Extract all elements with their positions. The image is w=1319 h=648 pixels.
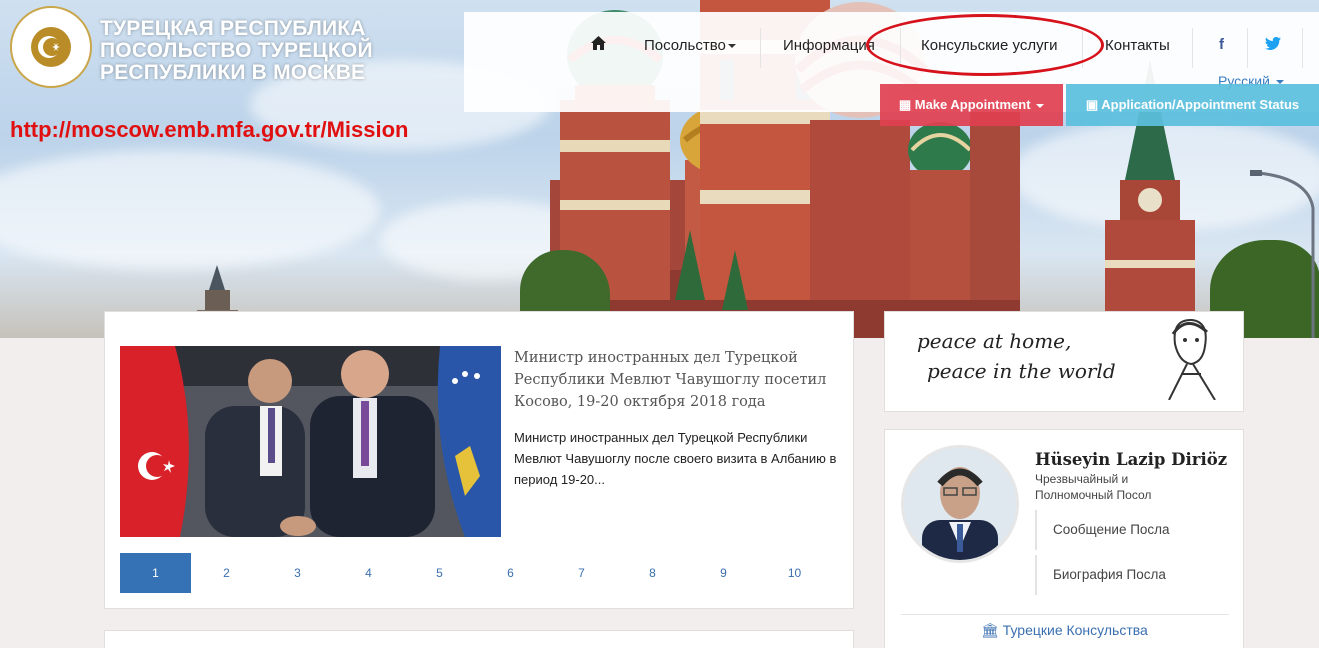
ambassador-message-link[interactable]: Сообщение Посла bbox=[1035, 510, 1170, 550]
consulates-label: Турецкие Консульства bbox=[1002, 622, 1148, 638]
make-appointment-label: Make Appointment bbox=[914, 97, 1031, 112]
nav-item-information[interactable]: Информация bbox=[783, 37, 875, 54]
home-icon[interactable] bbox=[591, 36, 606, 54]
site-title-line: ТУРЕЦКАЯ РЕСПУБЛИКА bbox=[100, 17, 366, 40]
nav-divider bbox=[1192, 28, 1193, 68]
calendar-icon: ▦ bbox=[898, 97, 912, 112]
nav-item-embassy[interactable]: Посольство bbox=[644, 37, 736, 54]
quote-line: peace in the world bbox=[927, 359, 1116, 383]
page-button-5[interactable]: 5 bbox=[404, 553, 475, 593]
ambassador-photo[interactable] bbox=[901, 445, 1019, 563]
emblem-logo[interactable] bbox=[10, 6, 92, 88]
news-photo[interactable] bbox=[120, 346, 501, 537]
nav-divider bbox=[1247, 28, 1248, 68]
application-status-label: Application/Appointment Status bbox=[1101, 97, 1300, 112]
nav-item-contacts[interactable]: Контакты bbox=[1105, 37, 1170, 54]
nav-divider bbox=[760, 28, 761, 68]
page-button-4[interactable]: 4 bbox=[333, 553, 404, 593]
page-button-8[interactable]: 8 bbox=[617, 553, 688, 593]
page-button-9[interactable]: 9 bbox=[688, 553, 759, 593]
site-title-line: ПОСОЛЬСТВО ТУРЕЦКОЙ bbox=[100, 39, 373, 62]
twitter-icon[interactable] bbox=[1265, 36, 1281, 54]
ataturk-quote-banner[interactable]: peace at home, peace in the world bbox=[884, 311, 1244, 412]
facebook-icon[interactable]: f bbox=[1219, 36, 1224, 53]
ambassador-card: Hüseyin Lazip Diriöz Чрезвычайный и Полн… bbox=[884, 429, 1244, 648]
page-button-1[interactable]: 1 bbox=[120, 553, 191, 593]
quote-text: peace at home, peace in the world bbox=[917, 326, 1116, 386]
page-button-7[interactable]: 7 bbox=[546, 553, 617, 593]
news-summary: Министр иностранных дел Турецкой Республ… bbox=[514, 430, 837, 487]
news-slider: Министр иностранных дел Турецкой Республ… bbox=[104, 311, 854, 609]
institution-icon: 🏛 bbox=[981, 622, 999, 638]
highlight-annotation bbox=[866, 14, 1104, 76]
make-appointment-button[interactable]: ▦ Make Appointment bbox=[880, 84, 1063, 126]
caret-down-icon bbox=[1036, 103, 1045, 108]
ambassador-biography-link[interactable]: Биография Посла bbox=[1035, 555, 1166, 595]
site-title[interactable]: ТУРЕЦКАЯ РЕСПУБЛИКА ПОСОЛЬСТВО ТУРЕЦКОЙ … bbox=[100, 18, 373, 84]
page-button-6[interactable]: 6 bbox=[475, 553, 546, 593]
nav-item-label: Посольство bbox=[644, 37, 726, 54]
page-button-10[interactable]: 10 bbox=[759, 553, 830, 593]
site-title-line: РЕСПУБЛИКИ В МОСКВЕ bbox=[100, 61, 366, 84]
divider bbox=[901, 614, 1229, 615]
mission-url-caption: http://moscow.emb.mfa.gov.tr/Mission bbox=[10, 117, 409, 142]
calendar-check-icon: ▣ bbox=[1085, 97, 1099, 112]
street-lamp-image bbox=[1250, 170, 1315, 338]
ataturk-portrait-image bbox=[1168, 318, 1216, 400]
caret-down-icon bbox=[727, 44, 736, 49]
quote-line: peace at home, bbox=[917, 329, 1072, 353]
page-button-2[interactable]: 2 bbox=[191, 553, 262, 593]
crescent-star-icon bbox=[31, 27, 71, 67]
news-pagination: 1 2 3 4 5 6 7 8 9 10 bbox=[120, 553, 840, 593]
application-status-button[interactable]: ▣ Application/Appointment Status bbox=[1066, 84, 1319, 126]
page-button-3[interactable]: 3 bbox=[262, 553, 333, 593]
ambassador-name: Hüseyin Lazip Diriöz bbox=[1035, 450, 1228, 469]
turkish-consulates-link[interactable]: 🏛 Турецкие Консульства bbox=[981, 622, 1148, 639]
content-card bbox=[104, 630, 854, 648]
nav-divider bbox=[1302, 28, 1303, 68]
news-title[interactable]: Министр иностранных дел Турецкой Республ… bbox=[514, 347, 839, 413]
ambassador-role: Чрезвычайный и Полномочный Посол bbox=[1035, 472, 1152, 502]
